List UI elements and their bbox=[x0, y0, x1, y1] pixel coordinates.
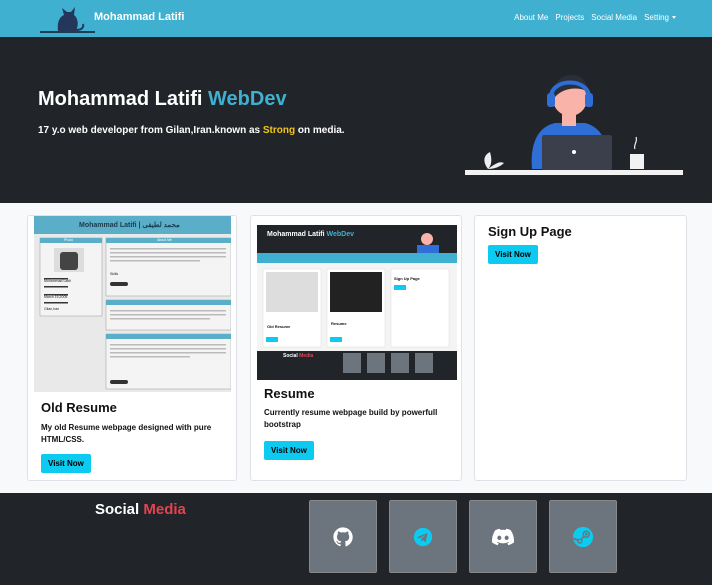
project-card-sign-up: Sign Up Page Visit Now bbox=[474, 215, 687, 481]
card-title-resume: Resume bbox=[264, 386, 315, 401]
hero-subtitle-post: on media. bbox=[295, 125, 345, 136]
old-resume-preview-skills: Skills bbox=[110, 272, 119, 276]
brand-name[interactable]: Mohammad Latifi bbox=[94, 11, 184, 23]
github-icon bbox=[333, 526, 353, 546]
telegram-button[interactable] bbox=[389, 500, 457, 573]
hero-title-accent: WebDev bbox=[208, 88, 287, 110]
old-resume-preview-birthday: March 15,2005 bbox=[44, 295, 68, 299]
footer-title-accent: Media bbox=[143, 501, 186, 518]
nav-setting-label: Setting bbox=[644, 13, 669, 22]
github-button[interactable] bbox=[309, 500, 377, 573]
resume-preview-card-title: Old Resume bbox=[267, 324, 291, 329]
discord-icon bbox=[492, 528, 514, 545]
navbar: Mohammad Latifi About Me Projects Social… bbox=[0, 0, 712, 37]
resume-screenshot[interactable]: Mohammad Latifi WebDev Old Resume Resume… bbox=[257, 225, 457, 380]
visit-old-resume-button[interactable]: Visit Now bbox=[41, 454, 91, 473]
resume-preview-title-main: Mohammad Latifi bbox=[267, 231, 325, 238]
hero-subtitle-pre: 17 y.o web developer from Gilan,Iran.kno… bbox=[38, 125, 263, 136]
footer-social: Social Media bbox=[0, 493, 712, 585]
developer-illustration bbox=[465, 75, 683, 175]
resume-preview-title-accent: WebDev bbox=[326, 231, 355, 238]
nav-social-media[interactable]: Social Media bbox=[591, 13, 637, 22]
card-title-sign-up: Sign Up Page bbox=[488, 224, 572, 239]
resume-preview-card2-title: Resume bbox=[331, 321, 347, 326]
resume-preview-social-accent: Media bbox=[299, 353, 314, 359]
hero-title: Mohammad Latifi WebDev bbox=[38, 88, 287, 111]
old-resume-preview-graphic bbox=[34, 216, 231, 392]
hero-subtitle-strong: Strong bbox=[262, 125, 296, 136]
card-text-old-resume: My old Resume webpage designed with pure… bbox=[41, 423, 212, 444]
resume-preview-social: Social Media bbox=[283, 353, 313, 359]
visit-resume-button[interactable]: Visit Now bbox=[264, 441, 314, 460]
nav-about-me[interactable]: About Me bbox=[514, 13, 548, 22]
project-card-resume: Mohammad Latifi WebDev Old Resume Resume… bbox=[250, 215, 462, 481]
resume-preview-social-main: Social bbox=[283, 353, 298, 359]
nav-setting-dropdown[interactable]: Setting bbox=[644, 13, 676, 22]
steam-button[interactable] bbox=[549, 500, 617, 573]
footer-title-main: Social bbox=[95, 501, 140, 518]
nav-projects[interactable]: Projects bbox=[555, 13, 584, 22]
cat-logo-icon[interactable] bbox=[40, 3, 95, 35]
project-card-old-resume: Mohammad Latifi | محمد لطیفی About Me Ph… bbox=[27, 215, 237, 481]
old-resume-preview-location: Gilan,Iran bbox=[44, 307, 60, 311]
hero-title-main: Mohammad Latifi bbox=[38, 88, 209, 110]
old-resume-preview-name: Mohammad Latifi bbox=[44, 279, 71, 283]
projects-section: Mohammad Latifi | محمد لطیفی About Me Ph… bbox=[0, 203, 712, 493]
visit-sign-up-button[interactable]: Visit Now bbox=[488, 245, 538, 264]
chevron-down-icon bbox=[672, 16, 676, 20]
old-resume-preview-header: Mohammad Latifi | محمد لطیفی bbox=[79, 222, 180, 229]
steam-icon bbox=[572, 526, 594, 547]
telegram-icon bbox=[413, 527, 433, 546]
card-text-resume: Currently resume webpage build by powerf… bbox=[264, 408, 438, 429]
old-resume-screenshot[interactable]: Mohammad Latifi | محمد لطیفی About Me Ph… bbox=[34, 216, 231, 392]
nav-links: About Me Projects Social Media Setting bbox=[514, 13, 676, 22]
resume-preview-title: Mohammad Latifi WebDev bbox=[267, 231, 354, 238]
resume-preview-card3-title: Sign Up Page bbox=[394, 276, 420, 281]
old-resume-preview-section: About Me bbox=[157, 238, 172, 242]
footer-title: Social Media bbox=[95, 501, 186, 518]
old-resume-preview-side: Photo bbox=[64, 238, 74, 242]
hero-subtitle: 17 y.o web developer from Gilan,Iran.kno… bbox=[38, 125, 345, 136]
discord-button[interactable] bbox=[469, 500, 537, 573]
hero-section: Mohammad Latifi WebDev 17 y.o web develo… bbox=[0, 37, 712, 203]
card-title-old-resume: Old Resume bbox=[41, 400, 117, 415]
